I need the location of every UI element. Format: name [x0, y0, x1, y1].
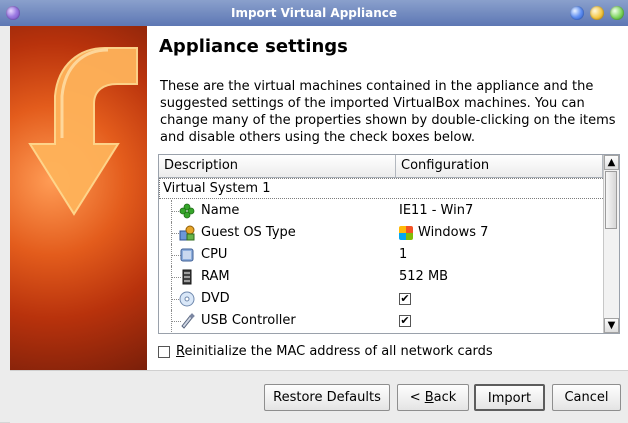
row-label: Guest OS Type: [201, 225, 296, 240]
scroll-thumb[interactable]: [605, 171, 617, 229]
table-row[interactable]: Name IE11 - Win7: [159, 200, 603, 222]
tree-header: Description Configuration: [159, 155, 603, 178]
import-arrow-icon: [28, 47, 138, 216]
row-value: Windows 7: [399, 222, 599, 244]
column-description[interactable]: Description: [159, 155, 396, 177]
restore-defaults-button[interactable]: Restore Defaults: [264, 384, 390, 411]
import-button[interactable]: Import: [474, 384, 545, 411]
title-bar[interactable]: Import Virtual Appliance: [0, 0, 628, 26]
windows-logo-icon: [399, 225, 413, 240]
row-label: RAM: [201, 269, 230, 284]
scroll-up-button[interactable]: ▲: [604, 155, 619, 170]
dvd-icon: [179, 291, 195, 307]
usb-icon: [181, 313, 195, 329]
name-icon: [179, 203, 195, 219]
row-label: Name: [201, 203, 240, 218]
import-appliance-window: Import Virtual Appliance Appliance setti…: [0, 0, 628, 423]
appliance-settings-tree[interactable]: Description Configuration Virtual System…: [158, 154, 620, 334]
row-label: USB Controller: [201, 313, 296, 328]
button-bar: Restore Defaults < Back Import Cancel: [10, 370, 628, 423]
shade-button[interactable]: [570, 6, 584, 20]
table-row[interactable]: RAM 512 MB: [159, 266, 603, 288]
row-label: CPU: [201, 247, 228, 262]
row-value: 1: [399, 247, 408, 262]
wizard-banner-image: [10, 26, 147, 370]
row-label: DVD: [201, 291, 230, 306]
table-row[interactable]: DVD ✔: [159, 288, 603, 310]
row-value: ✔: [399, 310, 599, 332]
row-value: ✔: [399, 288, 599, 310]
virtual-system-label: Virtual System 1: [163, 181, 271, 196]
reinitialize-mac-checkbox[interactable]: [158, 345, 170, 358]
page-heading: Appliance settings: [159, 36, 348, 57]
wizard-content: Appliance settings These are the virtual…: [147, 26, 628, 370]
dvd-checkbox[interactable]: ✔: [399, 292, 411, 305]
table-row[interactable]: Guest OS Type Windows 7: [159, 222, 603, 244]
vertical-scrollbar[interactable]: ▲ ▼: [603, 155, 619, 333]
table-row[interactable]: CPU 1: [159, 244, 603, 266]
column-configuration[interactable]: Configuration: [396, 155, 603, 177]
cpu-icon: [180, 248, 194, 262]
reinitialize-mac-option[interactable]: Reinitialize the MAC address of all netw…: [158, 343, 493, 361]
row-value: IE11 - Win7: [399, 203, 474, 218]
ram-icon: [182, 269, 192, 285]
scroll-down-button[interactable]: ▼: [604, 318, 619, 333]
usb-checkbox[interactable]: ✔: [399, 314, 411, 327]
row-value: 512 MB: [399, 269, 449, 284]
cancel-button[interactable]: Cancel: [552, 384, 621, 411]
guest-os-icon: [179, 225, 195, 241]
virtual-system-row[interactable]: Virtual System 1: [159, 178, 605, 200]
back-button[interactable]: < Back: [397, 384, 469, 411]
page-description: These are the virtual machines contained…: [160, 79, 616, 145]
window-title: Import Virtual Appliance: [231, 6, 397, 20]
minimize-button[interactable]: [590, 6, 604, 20]
table-row[interactable]: USB Controller ✔: [159, 310, 603, 332]
maximize-button[interactable]: [610, 6, 624, 20]
